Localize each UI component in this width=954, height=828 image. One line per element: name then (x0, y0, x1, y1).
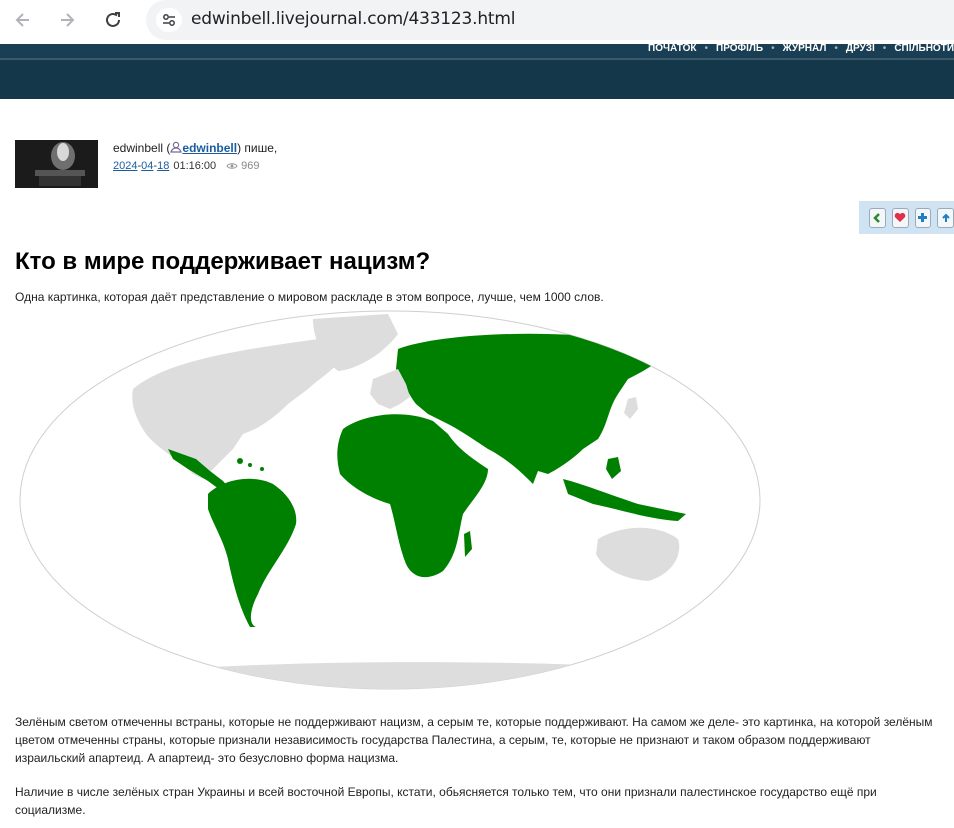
address-bar[interactable]: edwinbell.livejournal.com/433123.html (146, 0, 954, 40)
heart-icon[interactable] (891, 207, 909, 228)
post-time: 01:16:00 (173, 160, 217, 172)
share-icon[interactable] (937, 207, 954, 228)
site-header: ПОЧАТОК • ПРОФІЛЬ • ЖУРНАЛ • ДРУЗІ • СПІЛЬНОТИ (0, 43, 954, 99)
author-line: edwinbell (edwinbell) пише, (113, 141, 277, 155)
post-paragraph-2: Наличие в числе зелёных стран Украины и … (15, 785, 877, 817)
user-icon[interactable] (170, 141, 183, 155)
views-count: 969 (241, 160, 260, 172)
header-divider (0, 58, 954, 60)
nav-item[interactable]: ДРУЗІ (846, 43, 875, 55)
nav-separator: • (704, 43, 709, 54)
eye-icon (226, 163, 238, 169)
nav-separator: • (834, 43, 838, 54)
arrow-left-icon[interactable] (8, 7, 38, 33)
tune-icon[interactable] (156, 8, 182, 32)
date-month-link[interactable]: 04 (141, 160, 153, 172)
header-strip: ПОЧАТОК • ПРОФІЛЬ • ЖУРНАЛ • ДРУЗІ • СПІЛЬНОТИ (0, 43, 954, 58)
avatar[interactable] (15, 140, 98, 188)
author-suffix: ) пише, (237, 141, 278, 155)
author-user-link[interactable]: edwinbell (182, 141, 237, 155)
top-navigation: ПОЧАТОК • ПРОФІЛЬ • ЖУРНАЛ • ДРУЗІ • СПІЛЬНОТИ (648, 43, 954, 55)
post-date: 2024-04-18 (113, 160, 170, 172)
post-paragraph-1: Зелёным светом отмеченны встраны, которы… (15, 715, 933, 765)
date-year-link[interactable]: 2024 (113, 160, 137, 172)
nav-separator: • (882, 43, 887, 54)
arrow-right-icon[interactable] (52, 7, 82, 33)
world-map-image (18, 309, 762, 691)
share-toolbar (859, 201, 954, 234)
post-meta: 2024-04-18 01:16:00 969 (113, 160, 260, 172)
plus-icon[interactable] (914, 207, 932, 228)
post-title: Кто в мире поддерживает нацизм? (15, 248, 431, 275)
date-day-link[interactable]: 18 (157, 160, 169, 172)
nav-item[interactable]: ЖУРНАЛ (783, 43, 827, 55)
nav-separator: • (771, 43, 775, 54)
reload-icon[interactable] (98, 7, 128, 33)
browser-toolbar: edwinbell.livejournal.com/433123.html (0, 0, 954, 44)
nav-item[interactable]: ПРОФІЛЬ (716, 43, 763, 55)
author-name: edwinbell (113, 141, 164, 155)
back-arrow-icon[interactable] (869, 207, 886, 228)
nav-item[interactable]: СПІЛЬНОТИ (894, 43, 954, 55)
views-counter: 969 (226, 160, 260, 172)
nav-item[interactable]: ПОЧАТОК (648, 43, 696, 55)
url-text[interactable]: edwinbell.livejournal.com/433123.html (191, 9, 515, 29)
post-intro: Одна картинка, которая даёт представлени… (15, 290, 604, 304)
